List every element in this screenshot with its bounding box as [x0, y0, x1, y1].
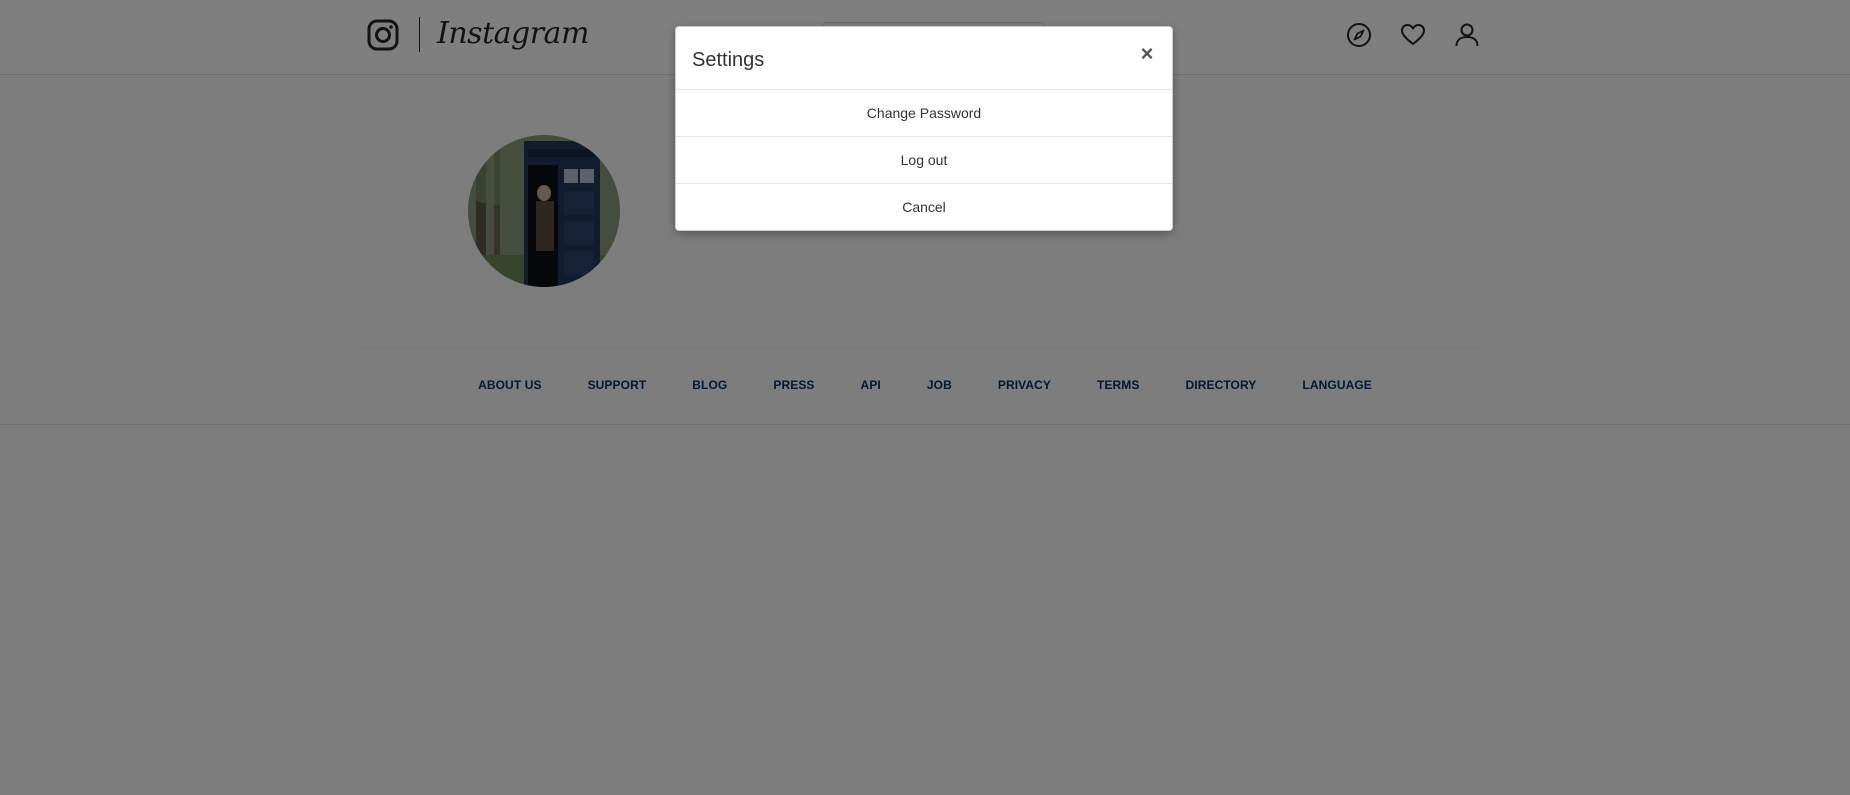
settings-modal: Settings × Change Password Log out Cance…: [675, 26, 1173, 231]
modal-title: Settings: [692, 49, 765, 71]
cancel-button[interactable]: Cancel: [676, 184, 1172, 230]
modal-header: Settings ×: [676, 27, 1172, 90]
close-icon[interactable]: ×: [1136, 42, 1158, 66]
change-password-button[interactable]: Change Password: [676, 90, 1172, 137]
log-out-button[interactable]: Log out: [676, 137, 1172, 184]
